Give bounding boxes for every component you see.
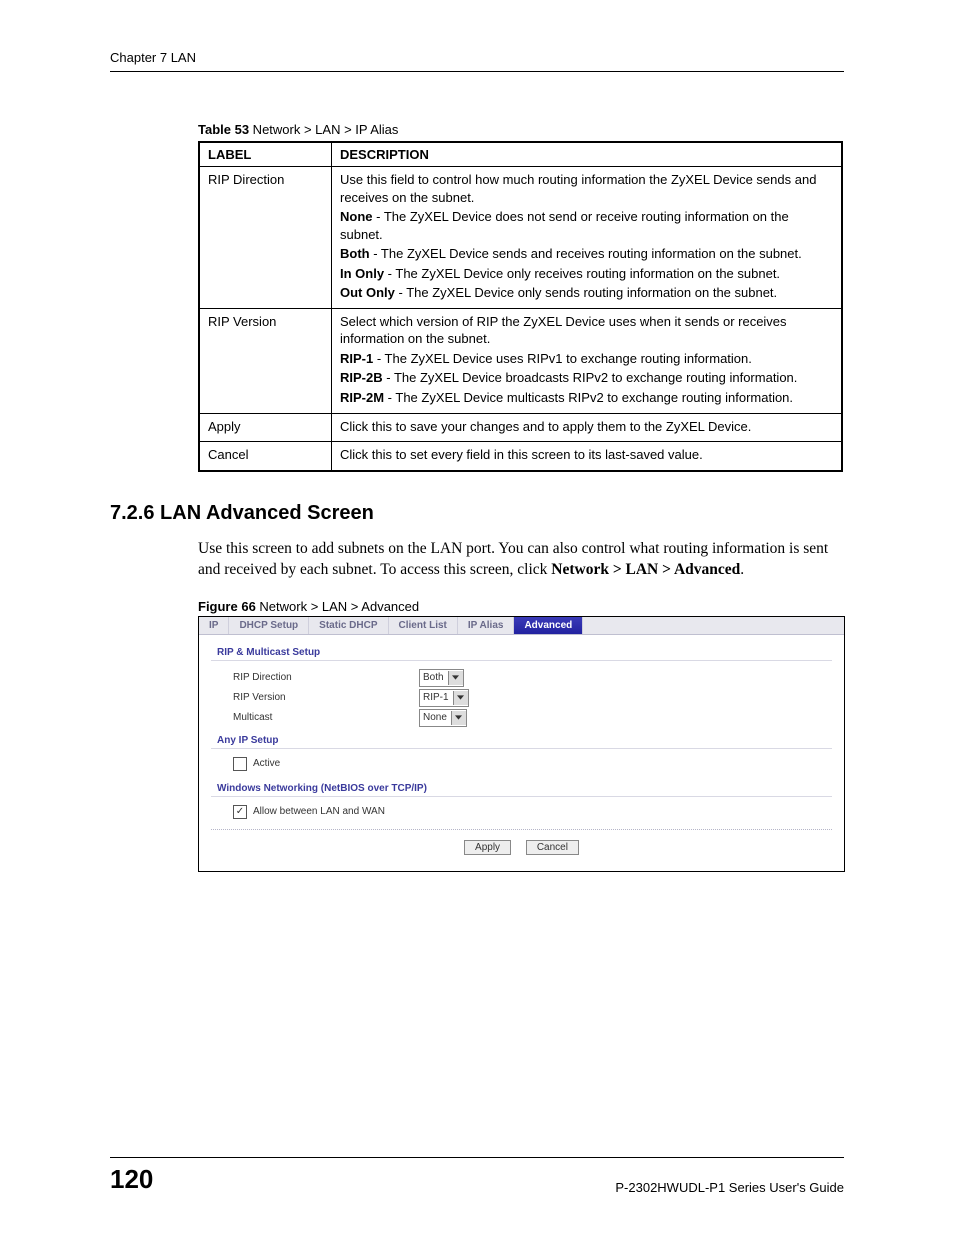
label-rip-direction: RIP Direction bbox=[233, 672, 413, 683]
chevron-down-icon bbox=[448, 671, 463, 685]
table-cell-label: RIP Direction bbox=[199, 167, 332, 309]
tab-ip-alias[interactable]: IP Alias bbox=[458, 617, 515, 634]
table-cell-label: Apply bbox=[199, 413, 332, 442]
page-header: Chapter 7 LAN bbox=[110, 50, 844, 72]
section-paragraph: Use this screen to add subnets on the LA… bbox=[198, 539, 844, 581]
checkbox-active[interactable] bbox=[233, 757, 247, 771]
para-bold: Network > LAN > Advanced bbox=[551, 561, 740, 578]
table-caption-bold: Table 53 bbox=[198, 122, 249, 137]
tab-advanced[interactable]: Advanced bbox=[514, 617, 583, 634]
table-caption: Table 53 Network > LAN > IP Alias bbox=[198, 122, 844, 137]
table-caption-text: Network > LAN > IP Alias bbox=[249, 122, 398, 137]
page-footer: 120 P-2302HWUDL-P1 Series User's Guide bbox=[110, 1157, 844, 1195]
row-allow-lan-wan: ✓ Allow between LAN and WAN bbox=[233, 805, 832, 819]
table-cell-description: Use this field to control how much routi… bbox=[332, 167, 843, 309]
table-cell-description: Click this to set every field in this sc… bbox=[332, 442, 843, 471]
section-title-anyip: Any IP Setup bbox=[211, 729, 832, 749]
apply-button[interactable]: Apply bbox=[464, 840, 511, 855]
section-heading: 7.2.6 LAN Advanced Screen bbox=[110, 502, 844, 525]
tab-ip[interactable]: IP bbox=[199, 617, 229, 634]
table-row: RIP DirectionUse this field to control h… bbox=[199, 167, 842, 309]
table-row: ApplyClick this to save your changes and… bbox=[199, 413, 842, 442]
chevron-down-icon bbox=[453, 691, 468, 705]
tab-static-dhcp[interactable]: Static DHCP bbox=[309, 617, 388, 634]
chevron-down-icon bbox=[451, 711, 466, 725]
tab-dhcp-setup[interactable]: DHCP Setup bbox=[229, 617, 309, 634]
footer-guide-name: P-2302HWUDL-P1 Series User's Guide bbox=[615, 1180, 844, 1195]
row-multicast: Multicast None bbox=[233, 709, 832, 727]
row-active: Active bbox=[233, 757, 832, 771]
button-row: Apply Cancel bbox=[211, 829, 832, 855]
figure-caption: Figure 66 Network > LAN > Advanced bbox=[198, 599, 844, 614]
table-header-label: LABEL bbox=[199, 142, 332, 167]
checkbox-allow-lan-wan[interactable]: ✓ bbox=[233, 805, 247, 819]
page-number: 120 bbox=[110, 1164, 153, 1195]
select-multicast[interactable]: None bbox=[419, 709, 467, 727]
table-header-description: DESCRIPTION bbox=[332, 142, 843, 167]
select-rip-version[interactable]: RIP-1 bbox=[419, 689, 469, 707]
table-cell-label: Cancel bbox=[199, 442, 332, 471]
select-rip-direction[interactable]: Both bbox=[419, 669, 464, 687]
cancel-button[interactable]: Cancel bbox=[526, 840, 579, 855]
label-active: Active bbox=[253, 758, 280, 769]
label-rip-version: RIP Version bbox=[233, 692, 413, 703]
table-row: RIP VersionSelect which version of RIP t… bbox=[199, 308, 842, 413]
table-cell-label: RIP Version bbox=[199, 308, 332, 413]
row-rip-version: RIP Version RIP-1 bbox=[233, 689, 832, 707]
row-rip-direction: RIP Direction Both bbox=[233, 669, 832, 687]
tab-client-list[interactable]: Client List bbox=[389, 617, 458, 634]
select-rip-version-value: RIP-1 bbox=[423, 692, 449, 703]
description-table: LABEL DESCRIPTION RIP DirectionUse this … bbox=[198, 141, 843, 472]
label-multicast: Multicast bbox=[233, 712, 413, 723]
table-cell-description: Select which version of RIP the ZyXEL De… bbox=[332, 308, 843, 413]
tab-bar: IPDHCP SetupStatic DHCPClient ListIP Ali… bbox=[199, 617, 844, 635]
figure-caption-bold: Figure 66 bbox=[198, 599, 256, 614]
para-post: . bbox=[740, 561, 744, 578]
figure-caption-text: Network > LAN > Advanced bbox=[256, 599, 419, 614]
label-allow-lan-wan: Allow between LAN and WAN bbox=[253, 806, 385, 817]
section-title-rip: RIP & Multicast Setup bbox=[211, 641, 832, 661]
table-row: CancelClick this to set every field in t… bbox=[199, 442, 842, 471]
table-cell-description: Click this to save your changes and to a… bbox=[332, 413, 843, 442]
select-multicast-value: None bbox=[423, 712, 447, 723]
section-title-netbios: Windows Networking (NetBIOS over TCP/IP) bbox=[211, 777, 832, 797]
figure-screenshot: IPDHCP SetupStatic DHCPClient ListIP Ali… bbox=[198, 616, 845, 872]
select-rip-direction-value: Both bbox=[423, 672, 444, 683]
